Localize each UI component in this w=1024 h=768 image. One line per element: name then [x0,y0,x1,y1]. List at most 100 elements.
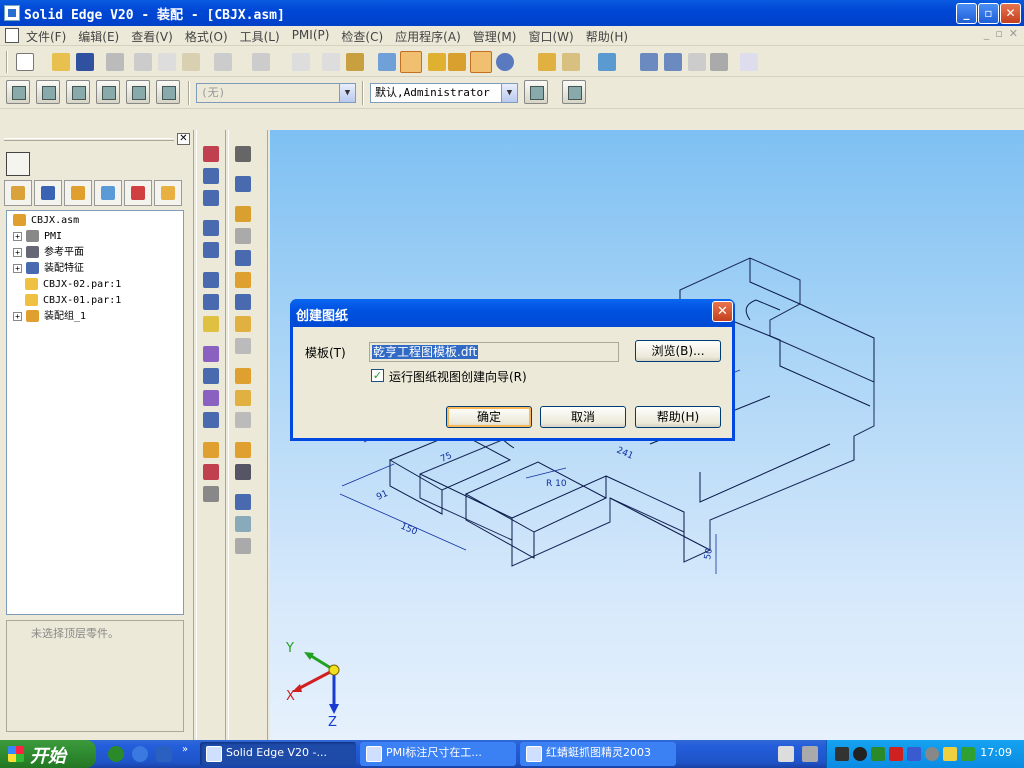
dimension-75[interactable]: 75 [439,451,454,465]
save-icon[interactable] [76,53,94,71]
view-shaded-edges-icon[interactable] [448,53,466,71]
pane-grip[interactable] [4,138,174,141]
pmi-button[interactable] [562,80,586,104]
tab-parts-library[interactable] [34,180,62,206]
cancel-button[interactable]: 取消 [540,406,626,428]
dimension-241[interactable]: 241 [615,446,635,462]
round-icon[interactable] [203,294,219,310]
hole-icon[interactable] [203,220,219,236]
redo-icon[interactable] [252,53,270,71]
print-icon[interactable] [106,53,124,71]
sweep-icon[interactable] [203,412,219,428]
menu-view[interactable]: 查看(V) [131,28,173,45]
qq-icon[interactable] [853,747,867,761]
coordinate-system-icon[interactable] [235,494,251,510]
mdi-close-icon[interactable]: ✕ [1009,27,1018,40]
fastener-icon[interactable] [235,294,251,310]
solid-edge-app-icon[interactable] [4,5,20,21]
move-parts-icon[interactable] [235,368,251,384]
tab-pathfinder[interactable] [4,180,32,206]
desktop-icon[interactable] [156,746,172,762]
revolve-icon[interactable] [203,168,219,184]
document-icon[interactable] [5,28,19,43]
camera-icon[interactable] [835,747,849,761]
menu-applications[interactable]: 应用程序(A) [395,28,461,45]
shield-icon[interactable] [961,747,975,761]
tree-item[interactable]: + 装配组_1 [13,309,86,325]
start-button[interactable]: 开始 [0,740,96,768]
expand-icon[interactable]: + [13,247,22,257]
dimension-91[interactable]: 91 [375,489,390,503]
pattern-component-icon[interactable] [235,272,251,288]
sketch-icon[interactable] [235,176,251,192]
menu-inspect[interactable]: 检查(C) [341,28,383,45]
cutout-icon[interactable] [203,190,219,206]
antivirus-icon[interactable] [889,747,903,761]
plane-icon[interactable] [235,516,251,532]
dialog-title-bar[interactable]: 创建图纸 ✕ [290,299,735,327]
dimension-50[interactable]: 50 [703,547,715,560]
chevron-down-icon[interactable]: ▼ [501,84,517,102]
motion-icon[interactable] [203,486,219,502]
view-iso-icon[interactable] [378,53,396,71]
sound-icon[interactable] [925,747,939,761]
task-screen-capture[interactable]: 红蜻蜓抓图精灵2003 [520,742,676,766]
expand-icon[interactable]: + [13,263,22,273]
fit-icon[interactable] [688,53,706,71]
mdi-restore-icon[interactable]: ▫ [995,27,1002,40]
view-style-icon[interactable] [496,53,514,71]
select-arrow-icon[interactable] [235,146,251,162]
interference-icon[interactable] [235,464,251,480]
tab-sensors[interactable] [124,180,152,206]
media-player-icon[interactable] [108,746,124,762]
menu-edit[interactable]: 编辑(E) [78,28,119,45]
chevron-down-icon[interactable]: ▼ [339,84,355,102]
thread-icon[interactable] [203,316,219,332]
tree-item[interactable]: CBJX-01.par:1 [25,293,121,309]
draft-icon[interactable] [203,390,219,406]
pathfinder-icon[interactable] [6,152,30,176]
mdi-minimize-icon[interactable]: _ [984,27,990,40]
close-button[interactable]: ✕ [1000,3,1021,24]
select-icon[interactable] [322,53,340,71]
measure-icon[interactable] [235,442,251,458]
properties-icon[interactable] [346,53,364,71]
expand-icon[interactable]: + [13,231,22,241]
part-library-icon[interactable] [538,53,556,71]
menu-format[interactable]: 格式(O) [185,28,228,45]
display-settings-icon[interactable] [943,747,957,761]
explode-icon[interactable] [203,464,219,480]
layers-icon[interactable] [562,53,580,71]
pan-icon[interactable] [710,53,728,71]
security-icon[interactable] [907,747,921,761]
insert-component-icon[interactable] [235,206,251,222]
view-hidden-edges-icon[interactable] [470,51,492,73]
menu-file[interactable]: 文件(F) [26,28,66,45]
whats-this-icon[interactable] [740,53,758,71]
quicklaunch-chevron-icon[interactable]: » [182,744,188,755]
user-combo[interactable]: 默认,Administrator ▼ [370,83,518,103]
tree-item[interactable]: CBJX-02.par:1 [25,277,121,293]
clock[interactable]: 17:09 [980,746,1012,759]
menu-manage[interactable]: 管理(M) [473,28,517,45]
tree-item[interactable]: + 装配特征 [13,261,84,277]
frame-icon[interactable] [235,316,251,332]
task-solid-edge[interactable]: Solid Edge V20 -... [200,742,356,766]
dimension-r10[interactable]: R 10 [546,479,567,489]
undo-icon[interactable] [214,53,232,71]
dimension-150[interactable]: 150 [399,522,419,538]
style-combo[interactable]: (无) ▼ [196,83,356,103]
menu-help[interactable]: 帮助(H) [586,28,628,45]
pane-close-icon[interactable]: ✕ [177,133,190,145]
weld-icon[interactable] [203,442,219,458]
expand-icon[interactable]: + [13,311,22,321]
view-shaded-icon[interactable] [400,51,422,73]
tree-item[interactable]: + PMI [13,229,62,245]
zoom-icon[interactable] [664,53,682,71]
run-wizard-checkbox[interactable]: ✓ [371,369,384,382]
protrusion-icon[interactable] [203,146,219,162]
dialog-close-button[interactable]: ✕ [712,301,733,322]
ie-icon[interactable] [132,746,148,762]
view-visible-edges-icon[interactable] [428,53,446,71]
tab-features[interactable] [64,180,92,206]
